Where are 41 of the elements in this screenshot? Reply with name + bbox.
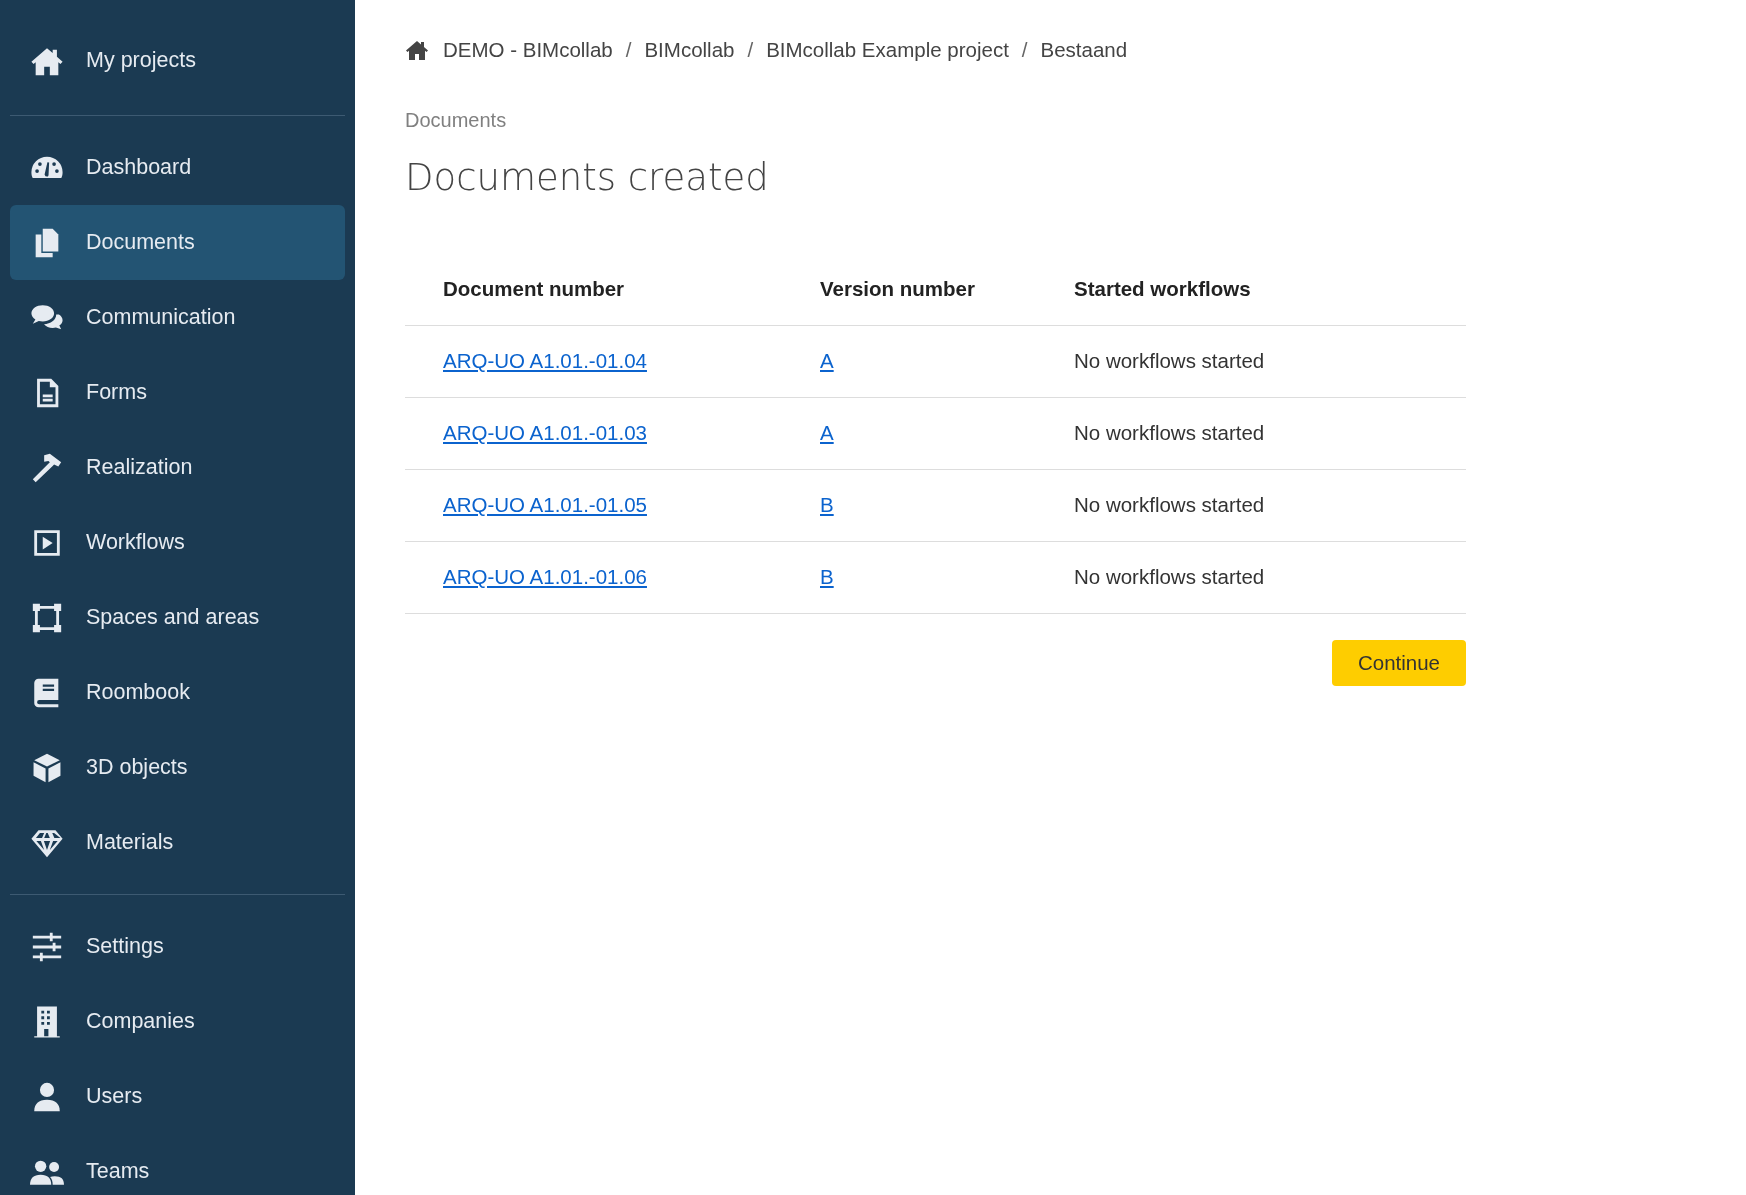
version-link[interactable]: A [820, 349, 834, 372]
breadcrumb-link[interactable]: BIMcollab [644, 38, 735, 62]
sidebar-item[interactable]: My projects [10, 23, 345, 98]
sidebar-item[interactable]: Documents [10, 205, 345, 280]
sidebar-item[interactable]: Realization [10, 430, 345, 505]
sidebar-item[interactable]: Communication [10, 280, 345, 355]
document-link[interactable]: ARQ-UO A1.01.-01.03 [443, 421, 647, 444]
sidebar-item[interactable]: Roombook [10, 655, 345, 730]
section-label: Documents [405, 109, 508, 132]
page-title: Documents created [405, 156, 770, 199]
document-link[interactable]: ARQ-UO A1.01.-01.04 [443, 349, 647, 372]
sidebar-item[interactable]: Materials [10, 805, 345, 880]
sidebar-item[interactable]: Companies [10, 984, 345, 1059]
sidebar-item[interactable]: Users [10, 1059, 345, 1134]
table-cell: No workflows started [1036, 397, 1466, 469]
breadcrumb-link[interactable]: BIMcollab Example project [766, 38, 1009, 62]
breadcrumb-separator: / [747, 38, 754, 62]
breadcrumb-separator: / [625, 38, 632, 62]
document-link[interactable]: ARQ-UO A1.01.-01.05 [443, 493, 647, 516]
version-link[interactable]: A [820, 421, 834, 444]
column-header: Document number [405, 269, 782, 325]
table-cell: No workflows started [1036, 469, 1466, 541]
sidebar-item[interactable]: Forms [10, 355, 345, 430]
version-link[interactable]: B [820, 565, 834, 588]
breadcrumb-separator: / [1021, 38, 1028, 62]
version-link[interactable]: B [820, 493, 834, 516]
sidebar-item[interactable]: Dashboard [10, 130, 345, 205]
breadcrumb-link[interactable]: DEMO - BIMcollab [443, 38, 613, 62]
continue-button[interactable]: Continue [1331, 639, 1466, 686]
sidebar-item[interactable]: Spaces and areas [10, 580, 345, 655]
table-cell: No workflows started [1036, 325, 1466, 397]
breadcrumb-link[interactable]: Bestaand [1040, 38, 1128, 62]
home-icon[interactable] [405, 38, 429, 62]
sidebar-item[interactable]: Workflows [10, 505, 345, 580]
table-cell: No workflows started [1036, 541, 1466, 613]
column-header: Started workflows [1036, 269, 1466, 325]
sidebar-item[interactable]: Teams [10, 1134, 345, 1195]
sidebar-item[interactable]: Settings [10, 909, 345, 984]
sidebar-item[interactable]: 3D objects [10, 730, 345, 805]
column-header: Version number [782, 269, 1036, 325]
document-link[interactable]: ARQ-UO A1.01.-01.06 [443, 565, 647, 588]
